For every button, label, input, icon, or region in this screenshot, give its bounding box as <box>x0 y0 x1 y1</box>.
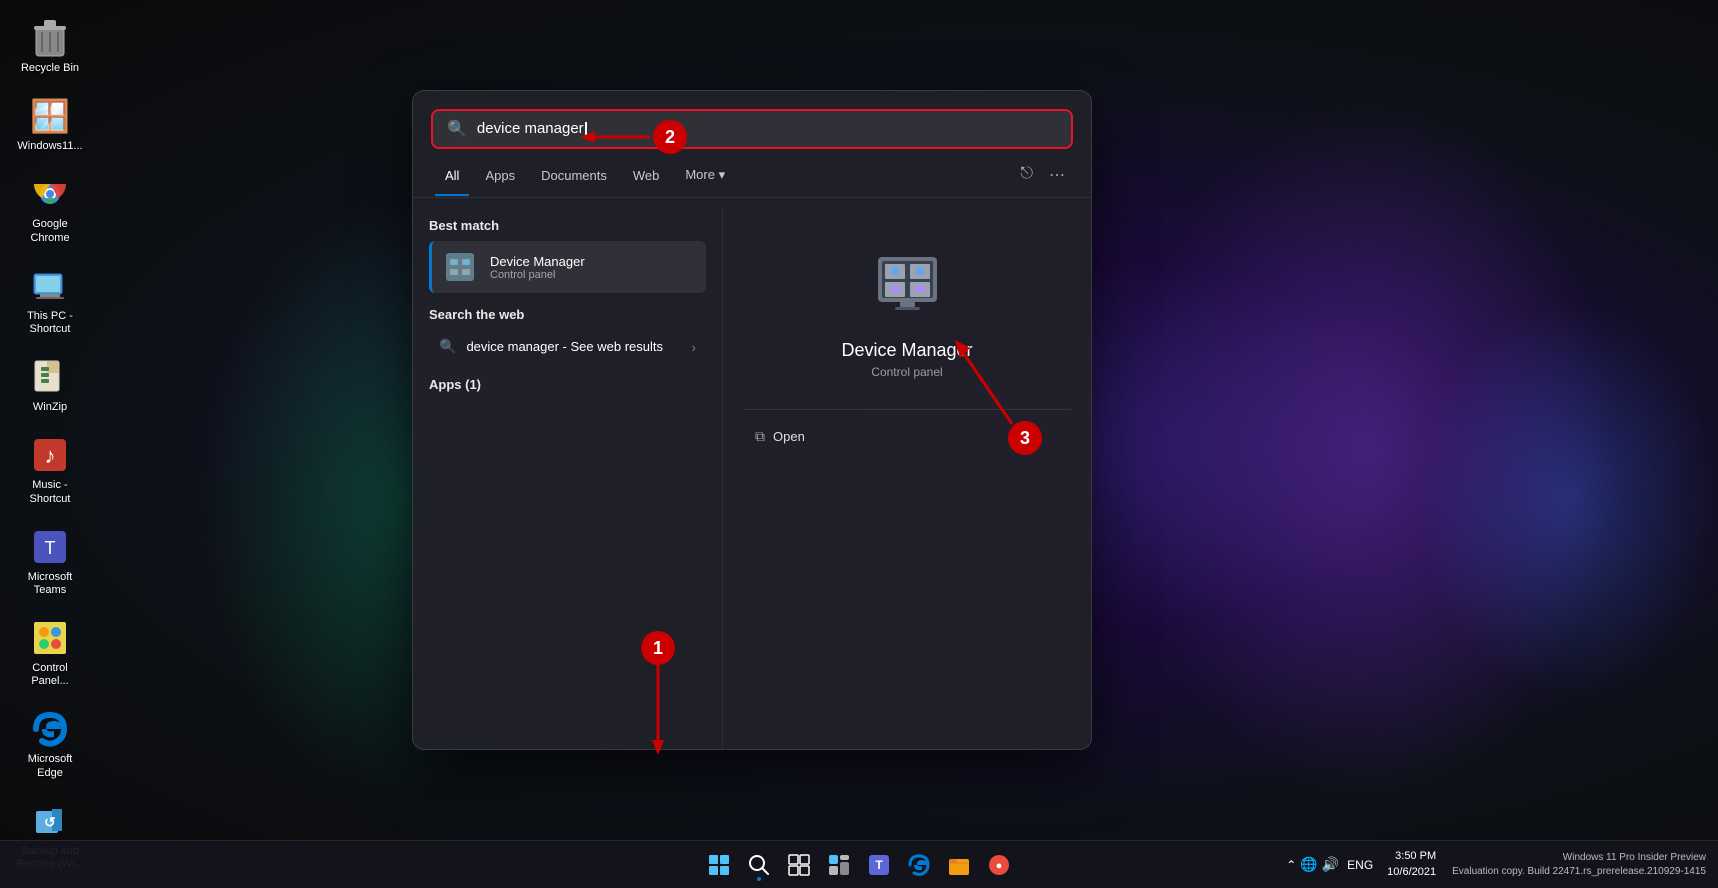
start-menu: 🔍 device manager All Apps Documents Web … <box>412 90 1092 750</box>
teams-icon: T <box>30 527 70 567</box>
clock-area[interactable]: 3:50 PM 10/6/2021 <box>1379 849 1436 880</box>
teams-label: Microsoft Teams <box>14 571 86 597</box>
device-manager-small-icon <box>442 249 478 285</box>
recycle-bin-label: Recycle Bin <box>21 62 79 75</box>
lang-indicator[interactable]: ENG <box>1347 858 1373 872</box>
filter-tabs-right: ⎋ ⋯ <box>1016 161 1069 189</box>
svg-text:T: T <box>875 858 883 872</box>
desktop-icons: Recycle Bin 🪟 Windows11... Google Chrome <box>0 0 100 888</box>
svg-text:T: T <box>45 538 56 558</box>
desktop-icon-teams[interactable]: T Microsoft Teams <box>10 519 90 605</box>
web-search-icon: 🔍 <box>439 338 456 355</box>
tray-icons: ⌃ 🌐 🔊 <box>1286 856 1339 873</box>
desktop-icon-chrome[interactable]: Google Chrome <box>10 166 90 252</box>
control-panel-icon <box>30 618 70 658</box>
results-right: Device Manager Control panel ⧉ Open <box>723 206 1091 749</box>
system-tray: ENG 3:50 PM 10/6/2021 <box>1347 849 1436 880</box>
volume-icon[interactable]: 🔊 <box>1322 856 1339 873</box>
filter-tabs: All Apps Documents Web More ▾ ⎋ ⋯ <box>413 161 1091 198</box>
svg-text:♪: ♪ <box>45 443 56 468</box>
web-search-arrow: › <box>691 339 696 355</box>
desktop-icon-this-pc[interactable]: This PC - Shortcut <box>10 258 90 344</box>
music-label: Music - Shortcut <box>14 479 86 505</box>
clock-time: 3:50 PM <box>1395 849 1436 864</box>
desktop-icon-winzip[interactable]: WinZip <box>10 349 90 422</box>
apps-section-label: Apps (1) <box>429 377 706 392</box>
tab-documents[interactable]: Documents <box>531 164 617 187</box>
backup-icon: ↺ <box>30 801 70 841</box>
desktop-icon-edge[interactable]: Microsoft Edge <box>10 701 90 787</box>
file-explorer-button[interactable] <box>941 847 977 883</box>
desktop-icon-recycle-bin[interactable]: Recycle Bin <box>10 10 90 83</box>
best-match-label: Best match <box>429 218 706 233</box>
win-version-text: Windows 11 Pro Insider Preview <box>1563 851 1706 865</box>
tab-more[interactable]: More ▾ <box>675 163 735 187</box>
chrome-icon <box>30 174 70 214</box>
search-button[interactable] <box>741 847 777 883</box>
open-label: Open <box>773 429 805 444</box>
win-version-area: Windows 11 Pro Insider Preview Evaluatio… <box>1452 851 1706 879</box>
chrome-label: Google Chrome <box>14 218 86 244</box>
search-bar-icon: 🔍 <box>447 119 467 139</box>
desktop-icon-control-panel[interactable]: Control Panel... <box>10 610 90 696</box>
open-icon: ⧉ <box>755 428 765 445</box>
results-left: Best match <box>413 206 723 749</box>
device-manager-large-icon <box>867 246 947 326</box>
web-search-label: Search the web <box>429 307 706 322</box>
this-pc-icon <box>30 266 70 306</box>
edge-icon <box>30 709 70 749</box>
cursor <box>585 122 587 138</box>
this-pc-label: This PC - Shortcut <box>14 310 86 336</box>
open-button[interactable]: ⧉ Open <box>743 420 1071 453</box>
windows11-label: Windows11... <box>17 140 82 153</box>
chevron-up-icon[interactable]: ⌃ <box>1286 858 1296 872</box>
taskbar: T ● <box>0 840 1718 888</box>
winzip-label: WinZip <box>33 401 67 414</box>
web-search-text: device manager - See web results <box>466 339 681 354</box>
task-view-button[interactable] <box>781 847 817 883</box>
search-bar[interactable]: 🔍 device manager <box>431 109 1073 149</box>
desktop: Recycle Bin 🪟 Windows11... Google Chrome <box>0 0 1718 888</box>
web-search-section: Search the web 🔍 device manager - See we… <box>429 307 706 363</box>
music-icon: ♪ <box>30 435 70 475</box>
tab-web[interactable]: Web <box>623 164 670 187</box>
desktop-icon-windows11[interactable]: 🪟 Windows11... <box>10 88 90 161</box>
store-taskbar-button[interactable]: ● <box>981 847 1017 883</box>
control-panel-label: Control Panel... <box>14 662 86 688</box>
more-options-icon[interactable]: ⋯ <box>1045 161 1069 189</box>
divider <box>743 409 1071 410</box>
windows-logo <box>709 855 729 875</box>
svg-text:●: ● <box>996 860 1003 872</box>
best-match-text: Device Manager Control panel <box>490 254 585 281</box>
search-results: Best match <box>413 206 1091 749</box>
widgets-button[interactable] <box>821 847 857 883</box>
desktop-icon-music[interactable]: ♪ Music - Shortcut <box>10 427 90 513</box>
bm-subtitle: Control panel <box>490 269 585 281</box>
best-match-item[interactable]: Device Manager Control panel <box>429 241 706 293</box>
web-search-item[interactable]: 🔍 device manager - See web results › <box>429 330 706 363</box>
start-button[interactable] <box>701 847 737 883</box>
recycle-bin-icon <box>30 18 70 58</box>
winzip-icon <box>30 357 70 397</box>
search-input-value[interactable]: device manager <box>477 120 1057 137</box>
tab-all[interactable]: All <box>435 164 469 187</box>
win-build-text: Evaluation copy. Build 22471.rs_prerelea… <box>1452 865 1706 879</box>
svg-text:↺: ↺ <box>44 814 56 830</box>
bg-glow-blue <box>1418 300 1718 700</box>
teams-taskbar-button[interactable]: T <box>861 847 897 883</box>
right-panel-title: Device Manager <box>841 340 972 361</box>
edge-label: Microsoft Edge <box>14 753 86 779</box>
taskbar-right: ⌃ 🌐 🔊 ENG 3:50 PM 10/6/2021 Windows 11 P… <box>1286 849 1706 880</box>
bm-title: Device Manager <box>490 254 585 269</box>
share-icon[interactable]: ⎋ <box>1016 161 1037 189</box>
bg-glow-purple <box>1118 100 1618 800</box>
tab-apps[interactable]: Apps <box>475 164 525 187</box>
taskbar-center: T ● <box>701 847 1017 883</box>
clock-date: 10/6/2021 <box>1387 865 1436 880</box>
network-icon[interactable]: 🌐 <box>1300 856 1317 873</box>
edge-taskbar-button[interactable] <box>901 847 937 883</box>
right-panel-subtitle: Control panel <box>871 365 942 379</box>
windows11-icon: 🪟 <box>30 96 70 136</box>
